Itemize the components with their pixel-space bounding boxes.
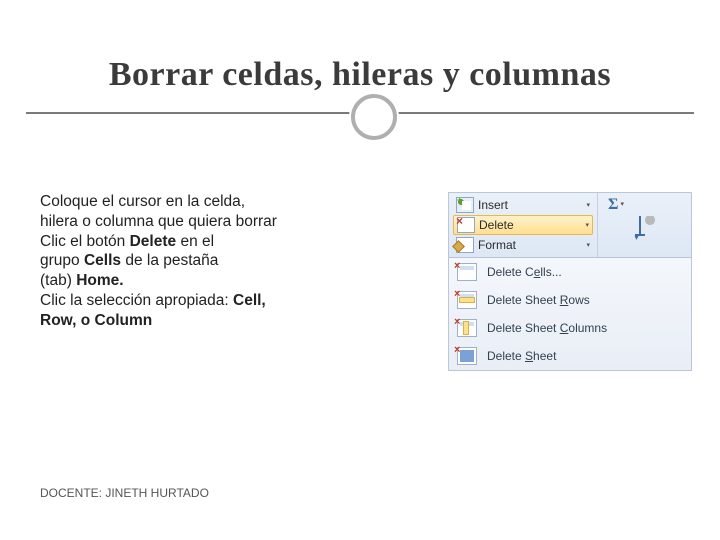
sigma-icon: Σ	[602, 196, 618, 214]
body-text: Coloque el cursor en la celda, hilera o …	[40, 192, 350, 331]
autosum-button[interactable]: Σ ▾	[602, 196, 687, 214]
body-bold: Delete	[130, 233, 177, 250]
body-line: Clic el botón	[40, 233, 130, 250]
menu-delete-cells[interactable]: × Delete Cells...	[449, 258, 691, 286]
ribbon-top-row: Insert ▾ Delete ▾ Format ▾	[449, 193, 691, 257]
body-bold: Home.	[76, 272, 123, 289]
excel-ribbon-fragment: Insert ▾ Delete ▾ Format ▾	[448, 192, 692, 371]
slide-footer: DOCENTE: JINETH HURTADO	[40, 486, 209, 500]
menu-delete-sheet-rows[interactable]: × Delete Sheet Rows	[449, 286, 691, 314]
body-bold: Cell,	[233, 292, 266, 309]
ribbon-cells-group: Insert ▾ Delete ▾ Format ▾	[449, 193, 598, 257]
format-button[interactable]: Format ▾	[453, 236, 593, 254]
slide: Borrar celdas, hileras y columnas Coloqu…	[0, 0, 720, 540]
slide-title: Borrar celdas, hileras y columnas	[0, 56, 720, 94]
dropdown-icon: ▾	[586, 201, 590, 209]
delete-label: Delete	[479, 218, 514, 232]
menu-label: Delete Sheet Rows	[487, 293, 590, 307]
title-wrap: Borrar celdas, hileras y columnas	[0, 56, 720, 94]
body-line: grupo	[40, 252, 84, 269]
menu-label: Delete Cells...	[487, 265, 562, 279]
ribbon-editing-group: Σ ▾	[598, 193, 691, 257]
dropdown-icon: ▾	[586, 241, 590, 249]
dropdown-icon: ▾	[620, 200, 624, 208]
insert-label: Insert	[478, 198, 508, 212]
body-line: hilera o columna que quiera borrar	[40, 213, 277, 230]
insert-button[interactable]: Insert ▾	[453, 196, 593, 214]
body-line: en el	[176, 233, 214, 250]
menu-delete-sheet-columns[interactable]: × Delete Sheet Columns	[449, 314, 691, 342]
delete-cols-icon: ×	[457, 319, 477, 337]
body-line: (tab)	[40, 272, 76, 289]
title-ring-ornament	[351, 94, 397, 140]
body-line: de la pestaña	[121, 252, 218, 269]
delete-icon	[457, 217, 475, 233]
body-line: Clic la selección apropiada:	[40, 292, 233, 309]
format-label: Format	[478, 238, 516, 252]
body-line: Coloque el cursor en la celda,	[40, 193, 245, 210]
body-bold: Row, o Column	[40, 312, 152, 329]
insert-icon	[456, 197, 474, 213]
menu-delete-sheet[interactable]: × Delete Sheet	[449, 342, 691, 370]
ribbon-cells-stack: Insert ▾ Delete ▾ Format ▾	[453, 196, 593, 254]
format-icon	[456, 237, 474, 253]
delete-sheet-icon: ×	[457, 347, 477, 365]
menu-label: Delete Sheet Columns	[487, 321, 607, 335]
body-bold: Cells	[84, 252, 121, 269]
delete-rows-icon: ×	[457, 291, 477, 309]
delete-dropdown-menu: × Delete Cells... × Delete Sheet Rows × …	[449, 257, 691, 370]
menu-label: Delete Sheet	[487, 349, 556, 363]
delete-cells-icon: ×	[457, 263, 477, 281]
dropdown-icon: ▾	[585, 221, 589, 229]
sort-filter-icon[interactable]	[635, 216, 655, 244]
delete-button[interactable]: Delete ▾	[453, 215, 593, 235]
